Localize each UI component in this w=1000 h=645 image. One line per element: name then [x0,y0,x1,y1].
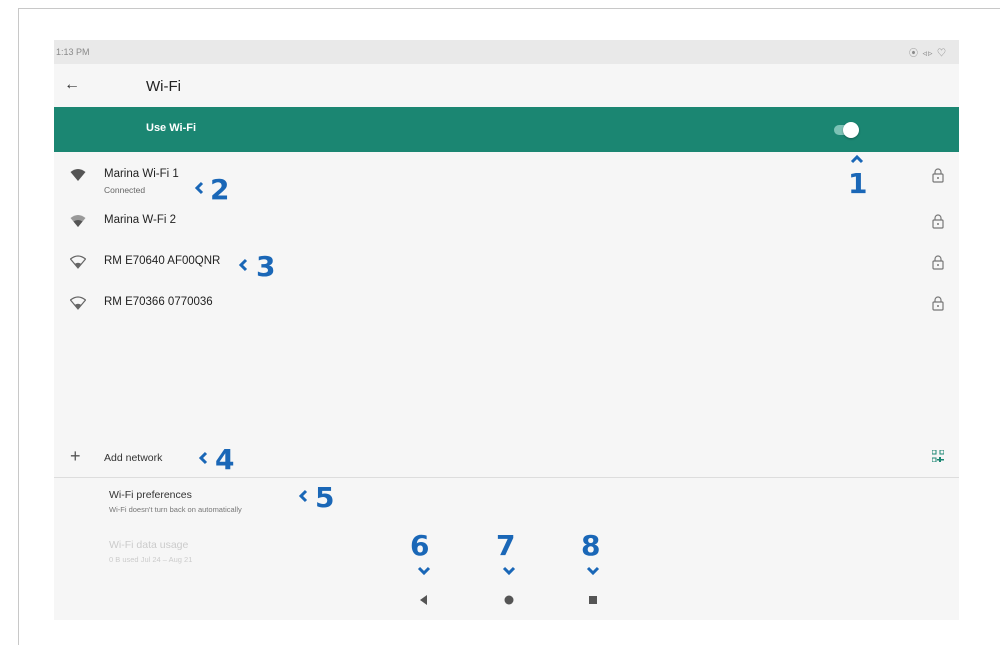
wifi-signal-icon [70,215,86,227]
lock-icon [932,255,944,270]
wifi-preferences-row[interactable]: Wi-Fi preferences Wi-Fi doesn't turn bac… [54,480,959,520]
app-bar: ← Wi-Fi [54,64,959,108]
callout-arrow-left-icon [194,181,204,195]
arrow-left-icon[interactable]: ← [64,76,80,94]
callout-arrow-down-icon [417,566,431,576]
use-wifi-label: Use Wi-Fi [146,122,197,134]
toggle-knob [843,122,859,138]
wifi-signal-icon [70,169,86,181]
callout-arrow-left-icon [198,451,208,465]
page-title: Wi-Fi [146,78,181,95]
callout-arrow-down-icon [502,566,516,576]
lock-icon [932,296,944,311]
callout-1: 1 [848,167,868,200]
network-name: RM E70366 0770036 [104,296,213,308]
callout-arrow-left-icon [298,489,308,503]
wifi-signal-icon [70,296,86,310]
divider [54,477,959,478]
square-recents-icon[interactable] [585,592,601,608]
status-time: 1:13 PM [56,47,90,57]
plus-icon: + [70,446,81,466]
callout-8: 8 [581,529,601,562]
callout-5: 5 [315,481,335,514]
add-network-row[interactable]: + Add network [54,440,959,476]
network-name: Marina W-Fi 2 [104,214,176,226]
use-wifi-toggle[interactable] [834,122,859,138]
callout-arrow-up-icon [850,154,864,164]
add-network-label: Add network [104,452,163,464]
status-icons: ⦿ ◃▹ ♡ [908,48,947,58]
wifi-data-usage-sub: 0 B used Jul 24 – Aug 21 [109,555,193,564]
wifi-preferences-sub: Wi-Fi doesn't turn back on automatically [109,505,242,514]
callout-2: 2 [210,173,230,206]
callout-3: 3 [256,250,276,283]
lock-icon [932,168,944,183]
wifi-signal-icon [70,255,86,269]
network-status: Connected [104,185,146,195]
network-row[interactable]: Marina W-Fi 2 [54,204,959,240]
callout-arrow-down-icon [586,566,600,576]
callout-arrow-left-icon [238,258,248,272]
triangle-back-icon[interactable] [416,592,432,608]
callout-7: 7 [496,529,516,562]
lock-icon [932,214,944,229]
use-wifi-row[interactable]: Use Wi-Fi [54,107,959,152]
system-nav-bar [54,580,959,620]
network-name: RM E70640 AF00QNR [104,255,221,267]
circle-home-icon[interactable] [501,592,517,608]
callout-6: 6 [410,529,430,562]
network-row[interactable]: RM E70640 AF00QNR [54,245,959,281]
wifi-preferences-label: Wi-Fi preferences [109,489,192,501]
network-row[interactable]: RM E70366 0770036 [54,286,959,322]
network-name: Marina Wi-Fi 1 [104,168,179,180]
status-bar: 1:13 PM ⦿ ◃▹ ♡ [54,40,959,64]
network-row[interactable]: Marina Wi-Fi 1 Connected [54,158,959,195]
callout-4: 4 [215,443,235,476]
qr-code-icon[interactable] [932,450,944,462]
wifi-data-usage-label: Wi-Fi data usage [109,539,189,551]
